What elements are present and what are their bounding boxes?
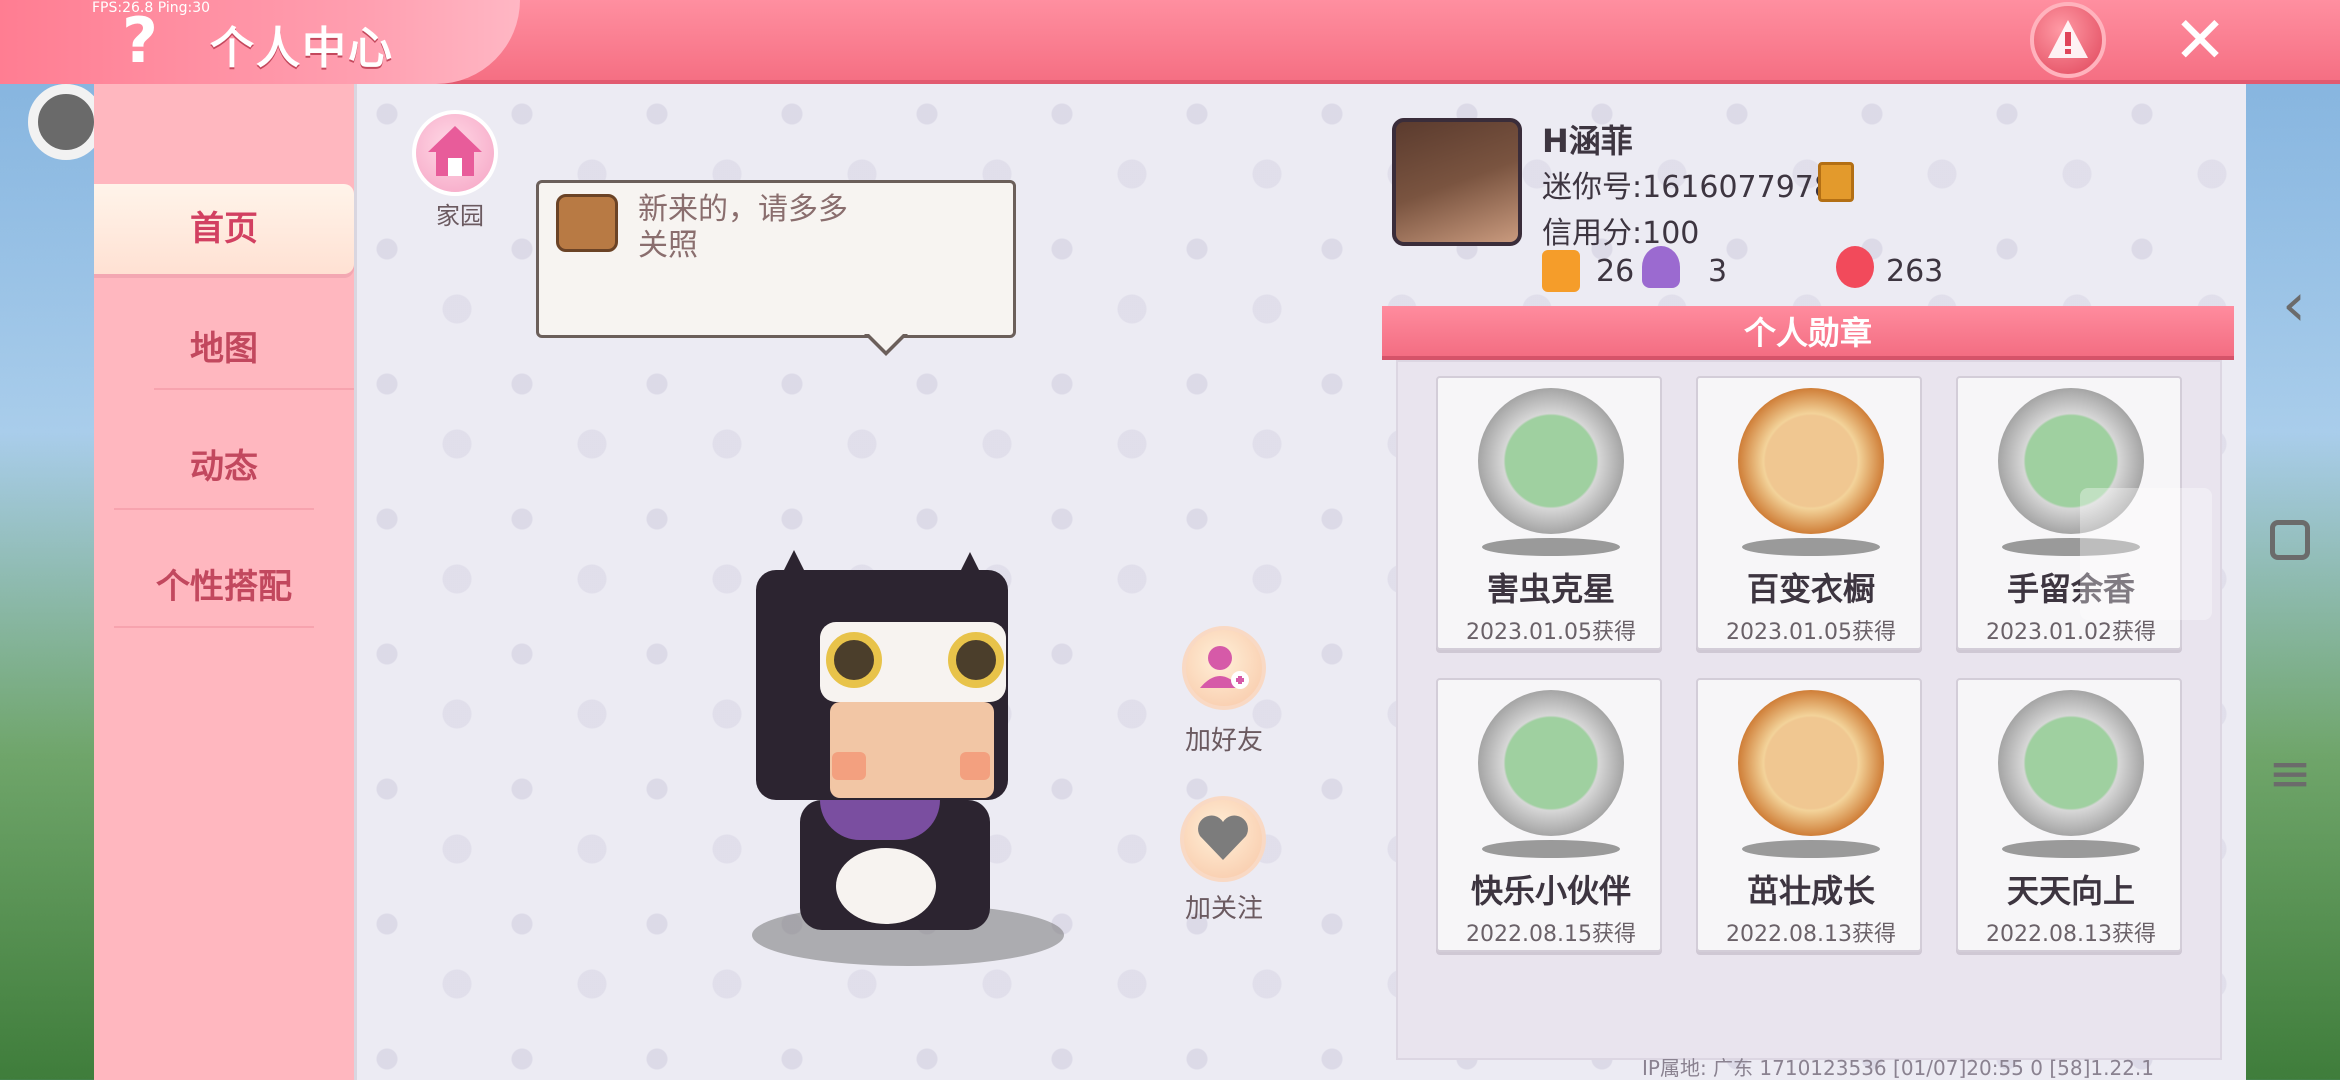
badge-date: 2023.01.05获得 xyxy=(1466,620,1636,645)
character-cheek-right xyxy=(960,752,990,780)
trophy-icon xyxy=(1642,246,1680,288)
add-person-icon xyxy=(1200,646,1249,689)
badge-date: 2022.08.15获得 xyxy=(1466,922,1636,947)
badge-date: 2022.08.13获得 xyxy=(1986,922,2156,947)
home-button[interactable] xyxy=(412,110,498,196)
badge-date: 2022.08.13获得 xyxy=(1726,922,1896,947)
badge-pedestal xyxy=(2002,840,2140,858)
badge-medal-icon xyxy=(1478,690,1624,836)
sidebar-divider xyxy=(154,388,354,390)
speech-bubble-text: 新来的，请多多 关照 xyxy=(638,192,938,264)
sidebar-item-outfit[interactable]: 个性搭配 xyxy=(94,542,354,632)
badge-pedestal xyxy=(1482,538,1620,556)
close-button[interactable]: ✕ xyxy=(2170,6,2230,76)
mini-id: 迷你号:1616077978 xyxy=(1542,170,1833,205)
footer-info: IP属地: 广东 1710123536 [01/07]20:55 0 [58]1… xyxy=(1642,1056,2155,1080)
badge-name: 天天向上 xyxy=(2006,872,2135,910)
stat-trophy-value: 3 xyxy=(1708,254,1728,289)
house-icon xyxy=(428,126,482,176)
character-face xyxy=(830,702,994,798)
speech-line-1: 新来的，请多多 xyxy=(638,192,848,227)
badge-date: 2023.01.05获得 xyxy=(1726,620,1896,645)
sidebar-item-home[interactable]: 首页 xyxy=(94,184,354,274)
copy-icon[interactable] xyxy=(1818,162,1854,202)
badge-card[interactable]: 百变衣橱 2023.01.05获得 xyxy=(1696,376,1922,650)
badge-card[interactable]: 快乐小伙伴 2022.08.15获得 xyxy=(1436,678,1662,952)
badge-section-title: 个人勋章 xyxy=(1743,314,1872,352)
add-friend-label: 加好友 xyxy=(1184,726,1263,756)
back-nav-icon[interactable]: ‹ xyxy=(2268,270,2320,340)
sidebar-divider xyxy=(114,508,314,510)
stat-likes-value: 26 xyxy=(1596,254,1635,289)
plus-bookmark-icon xyxy=(1542,250,1580,292)
sidebar-item-map[interactable]: 地图 xyxy=(94,304,354,394)
badge-name: 茁壮成长 xyxy=(1746,872,1875,910)
character-cheek-left xyxy=(832,752,866,780)
page-title: 个人中心 xyxy=(210,23,394,74)
credit-score: 信用分:100 xyxy=(1542,216,1700,251)
home-label: 家园 xyxy=(436,202,484,230)
badge-card[interactable]: 害虫克星 2023.01.05获得 xyxy=(1436,376,1662,650)
profile-avatar[interactable] xyxy=(1392,118,1522,246)
badge-card[interactable]: 茁壮成长 2022.08.13获得 xyxy=(1696,678,1922,952)
sidebar-divider xyxy=(114,626,314,628)
record-button[interactable] xyxy=(28,84,104,160)
warning-icon xyxy=(2048,20,2088,58)
menu-icon[interactable]: ≡ xyxy=(2268,744,2312,814)
report-warning-button[interactable] xyxy=(2030,2,2106,78)
badge-medal-icon xyxy=(1738,690,1884,836)
sidebar-item-feed[interactable]: 动态 xyxy=(94,422,354,512)
badge-pedestal xyxy=(1742,538,1880,556)
recent-apps-icon[interactable] xyxy=(2270,520,2310,560)
character-eye-left xyxy=(826,632,882,688)
add-friend-button[interactable] xyxy=(1182,626,1266,710)
badge-pedestal xyxy=(1742,840,1880,858)
flame-icon xyxy=(1836,246,1874,288)
user-name: H涵菲 xyxy=(1542,122,1633,160)
badge-medal-icon xyxy=(1998,690,2144,836)
follow-button[interactable] xyxy=(1180,796,1266,882)
badge-name: 百变衣橱 xyxy=(1746,570,1875,608)
character-eye-right xyxy=(948,632,1004,688)
follow-label: 加关注 xyxy=(1184,894,1263,924)
speech-bubble-tail-fill xyxy=(868,333,904,351)
sidebar: 首页 地图 动态 个性搭配 xyxy=(94,84,354,1080)
floating-assistant-widget[interactable] xyxy=(2080,488,2212,620)
bear-avatar-icon xyxy=(556,194,618,252)
badge-pedestal xyxy=(1482,840,1620,858)
help-icon[interactable]: ? xyxy=(110,6,170,76)
badge-medal-icon xyxy=(1738,388,1884,534)
badge-name: 害虫克星 xyxy=(1486,570,1615,608)
heart-icon xyxy=(1198,815,1248,860)
character-belly xyxy=(836,848,936,924)
badge-name: 快乐小伙伴 xyxy=(1470,872,1631,910)
badge-medal-icon xyxy=(1478,388,1624,534)
speech-line-2: 关照 xyxy=(638,228,698,263)
stat-popularity-value: 263 xyxy=(1886,254,1944,289)
badge-card[interactable]: 天天向上 2022.08.13获得 xyxy=(1956,678,2182,952)
